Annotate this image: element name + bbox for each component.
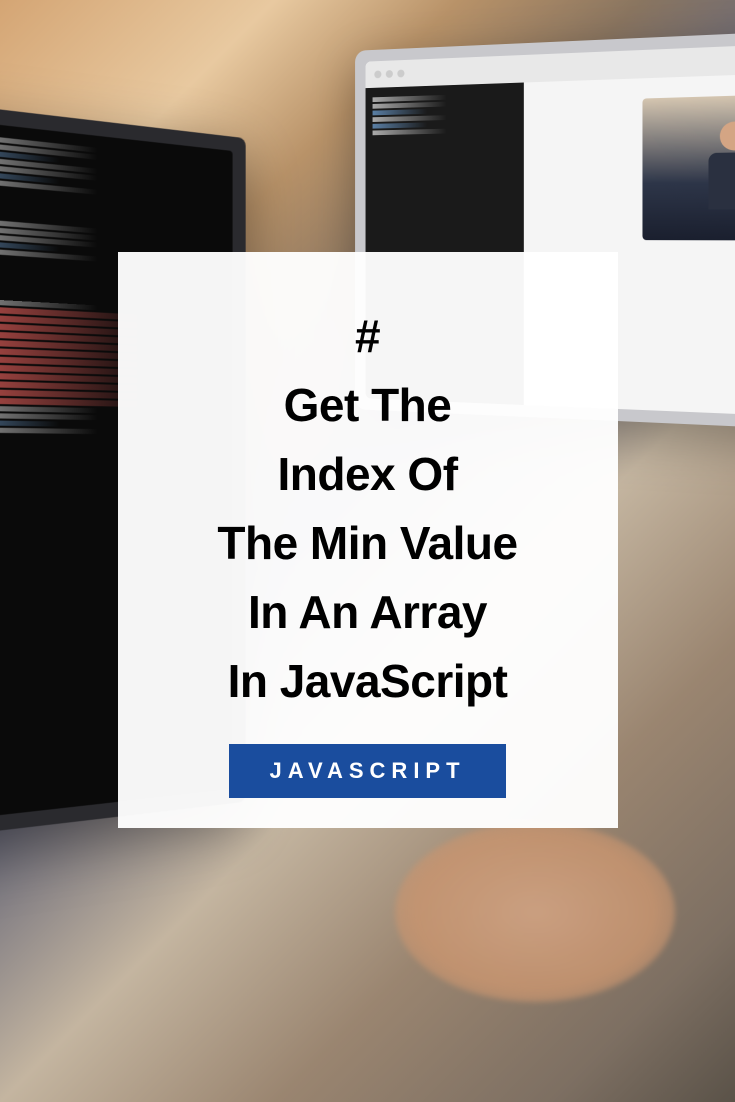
browser-dot (397, 70, 404, 78)
category-badge: JAVASCRIPT (229, 744, 505, 798)
browser-dot (386, 70, 393, 78)
title-line-3: The Min Value (217, 517, 517, 569)
title-line-1: Get The (284, 379, 452, 431)
title-line-5: In JavaScript (228, 655, 508, 707)
title-line-4: In An Array (248, 586, 487, 638)
browser-dot (374, 70, 381, 78)
title-hash: # (355, 310, 380, 362)
person-photo (642, 93, 735, 241)
title-card: # Get The Index Of The Min Value In An A… (118, 252, 618, 828)
title-text: # Get The Index Of The Min Value In An A… (148, 302, 588, 716)
title-line-2: Index Of (277, 448, 457, 500)
hands-typing (395, 822, 675, 1002)
